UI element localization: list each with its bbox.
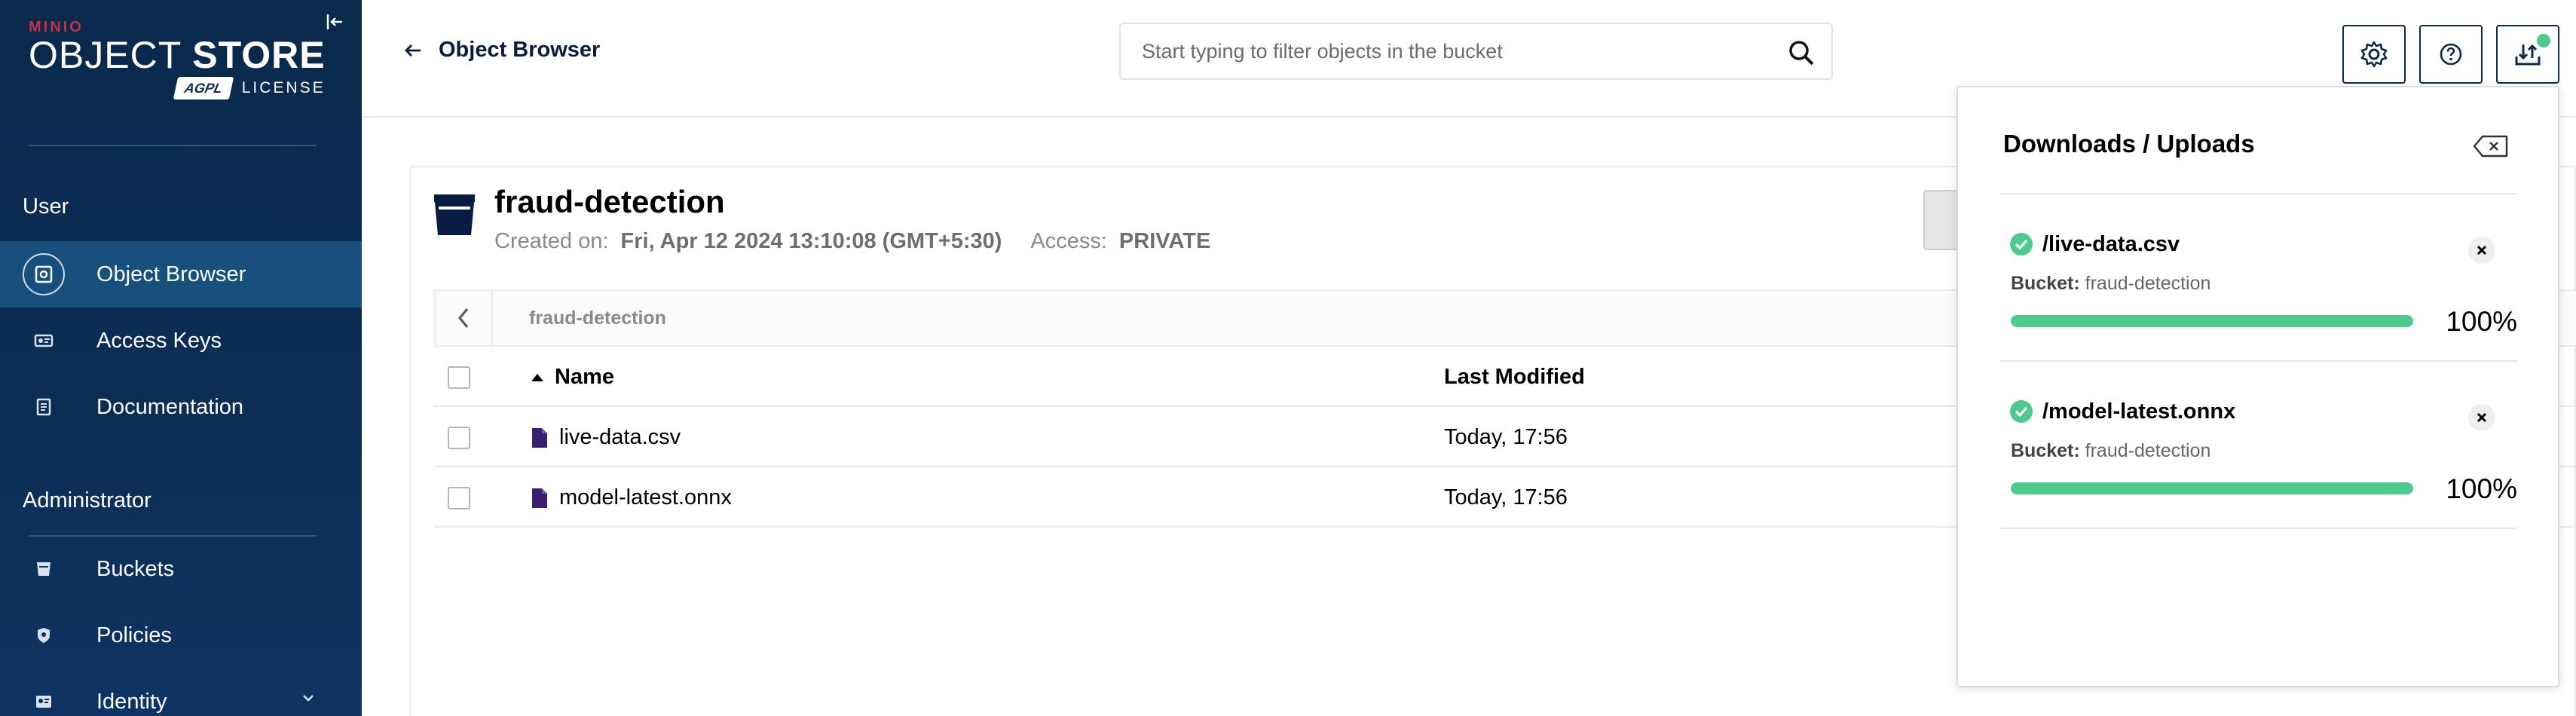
bucket-name: fraud-detection <box>494 184 725 219</box>
collapse-left-icon <box>326 14 342 29</box>
transfer-bucket: Bucket: fraud-detection <box>2011 440 2210 462</box>
object-filter-search <box>1119 23 1833 80</box>
transfer-item: /model-latest.onnx Bucket: fraud-detecti… <box>2000 362 2517 528</box>
sidebar-item-label: Object Browser <box>96 262 246 286</box>
sidebar-item-buckets[interactable]: Buckets <box>0 536 362 602</box>
check-circle-icon <box>2009 232 2033 260</box>
progress-fill <box>2011 482 2413 494</box>
select-all-checkbox[interactable] <box>448 366 470 389</box>
collapse-sidebar-button[interactable] <box>323 9 348 35</box>
transfer-item: /live-data.csv Bucket: fraud-detection 1… <box>2000 194 2517 360</box>
settings-button[interactable] <box>2342 25 2406 84</box>
brand-product: OBJECT STORE <box>29 36 326 74</box>
remove-transfer-button[interactable] <box>2468 237 2495 264</box>
bucket-label: Bucket: <box>2011 273 2080 294</box>
help-button[interactable] <box>2419 25 2483 84</box>
sidebar-item-object-browser[interactable]: Object Browser <box>0 241 362 308</box>
progress-percent: 100% <box>2446 306 2517 337</box>
progress-bar <box>2011 315 2413 327</box>
transfer-bucket: Bucket: fraud-detection <box>2011 273 2210 295</box>
sidebar-item-policies[interactable]: Policies <box>0 602 362 669</box>
sidebar-item-label: Access Keys <box>96 328 222 353</box>
name-column-header[interactable]: Name <box>531 365 614 390</box>
access-label: Access: <box>1030 229 1107 253</box>
search-icon[interactable] <box>1788 39 1815 70</box>
sidebar-item-label: Policies <box>96 623 172 647</box>
brand-vendor: MINIO <box>29 19 84 35</box>
backspace-close-icon <box>2473 135 2508 158</box>
license-row: AGPL LICENSE <box>29 77 326 99</box>
transfer-file-path: /model-latest.onnx <box>2042 399 2236 424</box>
last-modified-column-header[interactable]: Last Modified <box>1444 365 1585 390</box>
notification-dot <box>2537 34 2550 47</box>
section-title-administrator: Administrator <box>23 488 151 513</box>
last-modified-cell: Today, 17:56 <box>1444 485 1568 509</box>
section-title-user: User <box>23 194 69 219</box>
policy-shield-icon <box>23 614 65 656</box>
access-keys-icon <box>23 320 65 362</box>
sidebar-item-access-keys[interactable]: Access Keys <box>0 308 362 374</box>
agpl-badge: AGPL <box>173 77 234 99</box>
access-value: PRIVATE <box>1118 229 1211 253</box>
downloads-uploads-panel: Downloads / Uploads /live-data.csv Bucke… <box>1956 86 2559 687</box>
help-icon <box>2440 43 2462 66</box>
created-label: Created on: <box>494 229 609 253</box>
transfer-file-path: /live-data.csv <box>2042 232 2180 256</box>
object-browser-icon <box>23 253 65 295</box>
file-name: live-data.csv <box>559 425 681 449</box>
sidebar-item-identity[interactable]: Identity <box>0 669 362 716</box>
license-label: LICENSE <box>241 79 326 96</box>
file-name: model-latest.onnx <box>559 485 732 509</box>
brand-product-light: OBJECT <box>29 34 182 76</box>
sidebar: MINIO OBJECT STORE AGPL LICENSE User Obj… <box>0 0 362 716</box>
row-checkbox[interactable] <box>448 487 470 509</box>
breadcrumb-back-button[interactable] <box>436 291 493 345</box>
check-circle-icon <box>2009 399 2033 427</box>
remove-transfer-button[interactable] <box>2468 404 2495 431</box>
downloads-uploads-button[interactable] <box>2496 25 2559 84</box>
sidebar-item-label: Buckets <box>96 556 175 581</box>
identity-icon <box>23 681 65 716</box>
bucket-icon <box>23 548 65 590</box>
breadcrumb-path[interactable]: fraud-detection <box>529 308 666 329</box>
last-modified-cell: Today, 17:56 <box>1444 425 1568 449</box>
sidebar-item-documentation[interactable]: Documentation <box>0 374 362 440</box>
back-link-label: Object Browser <box>439 38 601 62</box>
bucket-value: fraud-detection <box>2085 440 2211 461</box>
sidebar-divider <box>29 145 317 146</box>
progress-fill <box>2011 315 2413 327</box>
brand-product-bold: STORE <box>192 34 326 76</box>
back-to-object-browser-link[interactable]: Object Browser <box>404 38 600 63</box>
name-header-label: Name <box>555 365 614 389</box>
search-input[interactable] <box>1142 24 1775 78</box>
file-name-cell: model-latest.onnx <box>531 485 732 510</box>
arrow-left-icon <box>405 44 421 57</box>
file-name-cell: live-data.csv <box>531 425 681 450</box>
panel-close-button[interactable] <box>2472 134 2510 158</box>
progress-bar <box>2011 482 2413 494</box>
chevron-down-icon <box>301 693 315 706</box>
panel-divider <box>2000 528 2517 529</box>
brand-logo: MINIO OBJECT STORE AGPL LICENSE <box>29 20 326 99</box>
documentation-icon <box>23 386 65 428</box>
sort-ascending-icon <box>531 373 543 381</box>
bucket-meta: Created on: Fri, Apr 12 2024 13:10:08 (G… <box>494 229 1210 254</box>
file-icon <box>532 488 547 508</box>
row-checkbox[interactable] <box>448 427 470 449</box>
sidebar-item-label: Documentation <box>96 394 244 419</box>
file-icon <box>532 427 547 448</box>
chevron-left-icon <box>458 308 469 328</box>
bucket-icon <box>433 191 476 242</box>
settings-gear-icon <box>2360 41 2388 68</box>
sidebar-item-label: Identity <box>96 689 167 714</box>
bucket-value: fraud-detection <box>2085 273 2211 294</box>
close-icon <box>2477 412 2487 423</box>
created-value: Fri, Apr 12 2024 13:10:08 (GMT+5:30) <box>620 229 1002 253</box>
bucket-label: Bucket: <box>2011 440 2080 461</box>
close-icon <box>2477 245 2487 255</box>
progress-percent: 100% <box>2446 473 2517 504</box>
panel-title: Downloads / Uploads <box>2003 130 2255 158</box>
